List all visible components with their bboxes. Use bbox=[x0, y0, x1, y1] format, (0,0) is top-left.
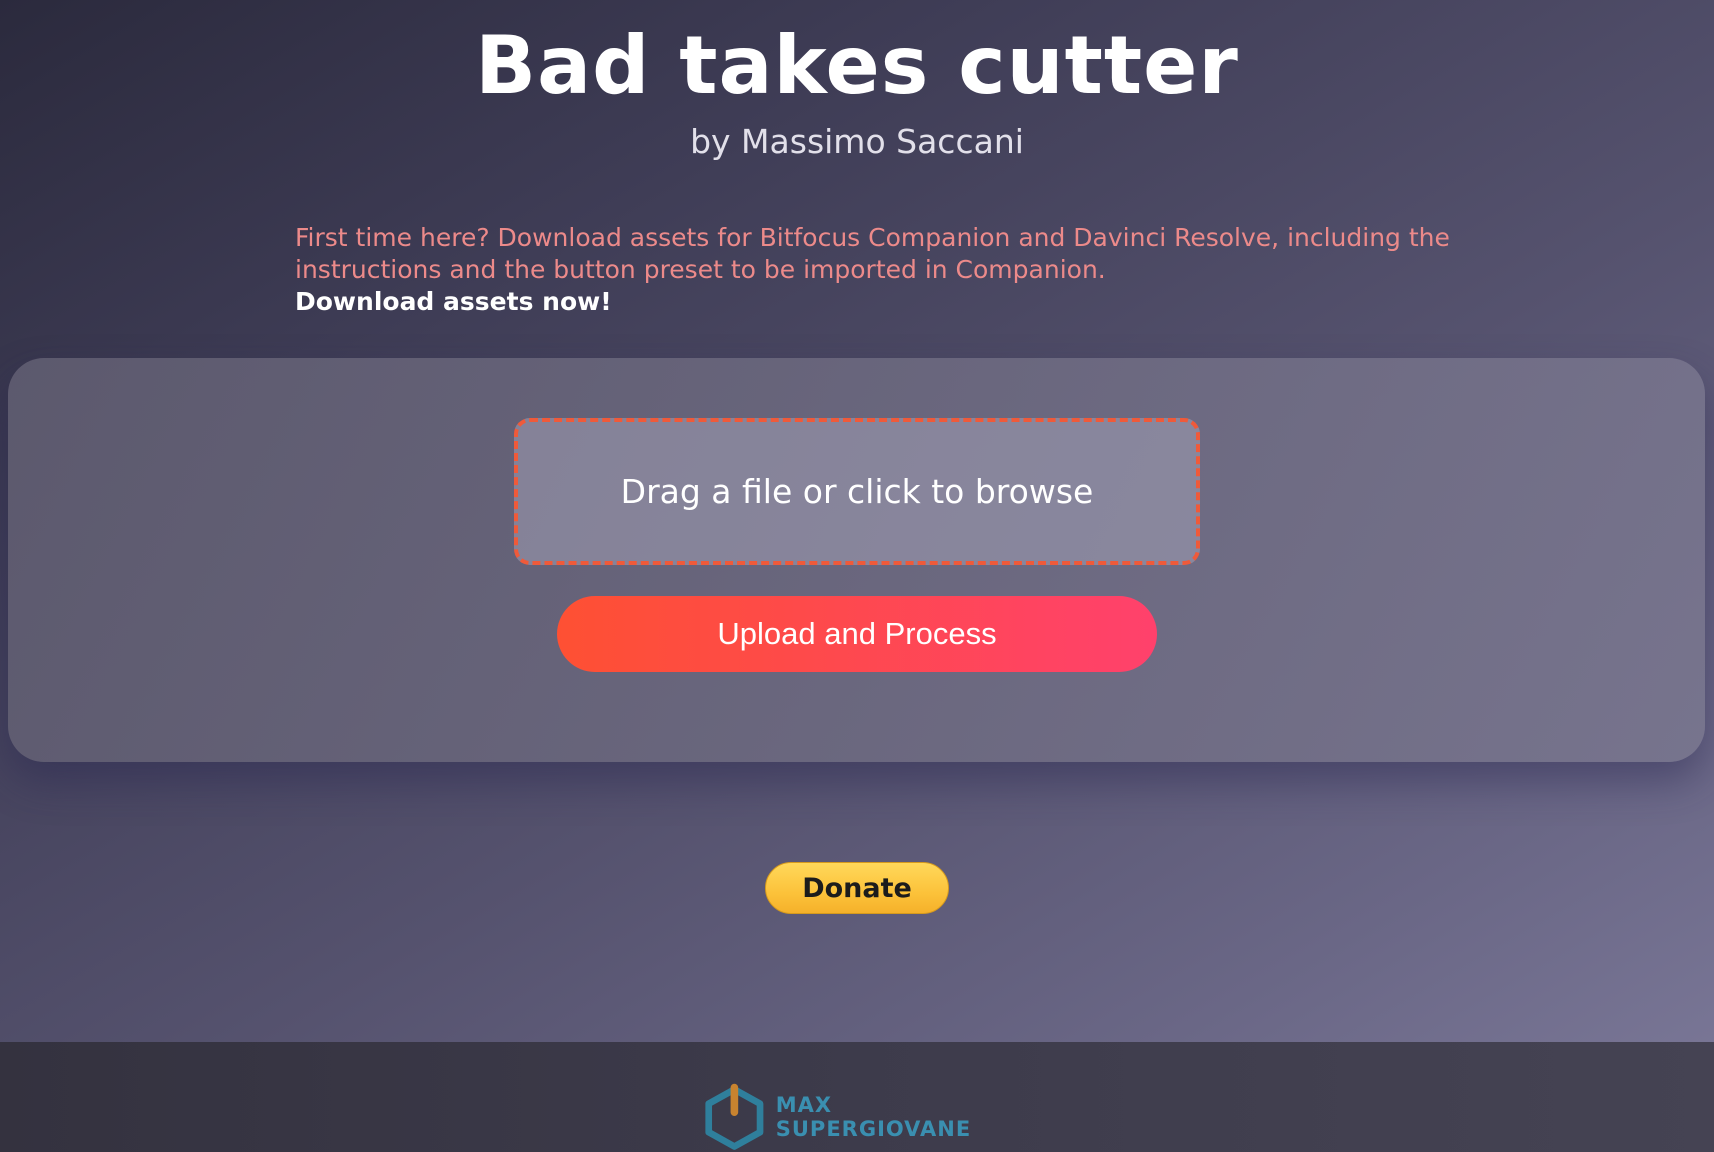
page-subtitle: by Massimo Saccani bbox=[690, 122, 1024, 161]
download-assets-link[interactable]: Download assets now! bbox=[295, 286, 1495, 318]
power-hexagon-icon bbox=[705, 1083, 764, 1150]
file-dropzone[interactable]: Drag a file or click to browse bbox=[514, 418, 1200, 565]
first-time-notice: First time here? Download assets for Bit… bbox=[295, 222, 1495, 318]
upload-and-process-button[interactable]: Upload and Process bbox=[557, 596, 1157, 672]
donate-button[interactable]: Donate bbox=[765, 862, 949, 914]
dropzone-label: Drag a file or click to browse bbox=[620, 472, 1094, 511]
brand-text: MAX SUPERGIOVANE bbox=[775, 1093, 972, 1141]
notice-text: First time here? Download assets for Bit… bbox=[295, 223, 1450, 284]
footer-brand[interactable]: MAX SUPERGIOVANE bbox=[703, 1082, 1023, 1152]
page-title: Bad takes cutter bbox=[475, 19, 1239, 112]
